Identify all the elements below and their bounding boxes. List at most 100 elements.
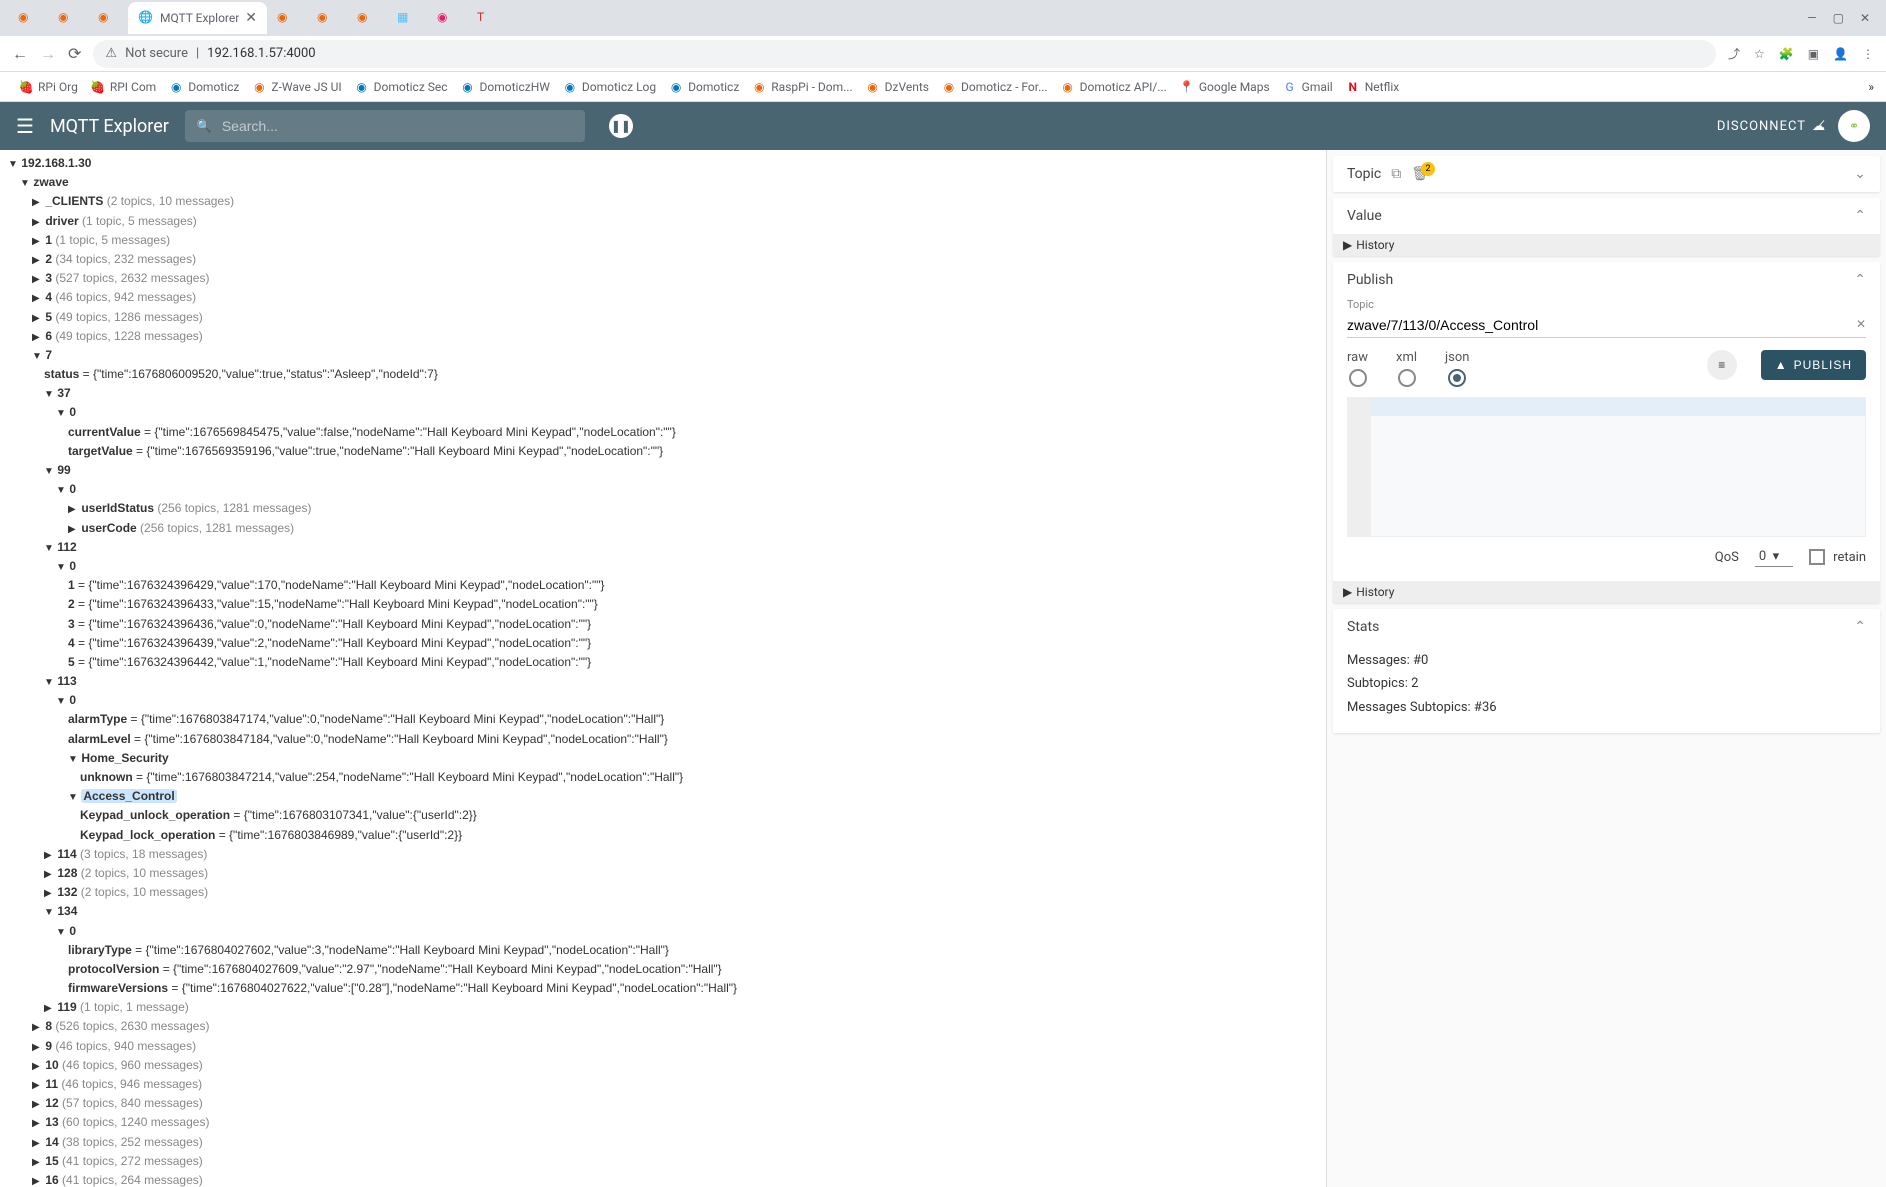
delete-icon-wrap[interactable]: 🗑 2 [1411, 166, 1429, 182]
tree-row[interactable]: libraryType = {"time":1676804027602,"val… [8, 941, 1318, 960]
bookmark-item[interactable]: ◉Domoticz Log [556, 77, 662, 97]
bookmark-item[interactable]: 🍓RPI Com [84, 77, 162, 97]
payload-editor[interactable] [1347, 397, 1866, 537]
tree-row[interactable]: 1 = {"time":1676324396429,"value":170,"n… [8, 576, 1318, 595]
tree-toggle-icon[interactable]: ▶ [32, 1059, 42, 1075]
tree-toggle-icon[interactable]: ▼ [8, 157, 18, 173]
tree-row[interactable]: ▶ 14 (38 topics, 252 messages) [8, 1133, 1318, 1152]
bookmark-item[interactable]: 🍓RPi Org [12, 77, 84, 97]
format-xml[interactable]: xml [1396, 350, 1417, 387]
tree-row[interactable]: protocolVersion = {"time":1676804027609,… [8, 960, 1318, 979]
tree-toggle-icon[interactable]: ▶ [32, 291, 42, 307]
tree-row[interactable]: ▼ Home_Security [8, 749, 1318, 768]
tree-row[interactable]: ▶ 3 (527 topics, 2632 messages) [8, 269, 1318, 288]
tree-toggle-icon[interactable]: ▼ [20, 176, 30, 192]
tree-toggle-icon[interactable]: ▼ [56, 483, 66, 499]
bookmark-item[interactable]: GGmail [1276, 77, 1339, 97]
browser-tab[interactable]: ◉ [88, 2, 128, 34]
address-bar[interactable]: ⚠ Not secure | 192.168.1.57:4000 [93, 40, 1716, 68]
tree-toggle-icon[interactable]: ▶ [32, 311, 42, 327]
tree-row[interactable]: ▶ userCode (256 topics, 1281 messages) [8, 519, 1318, 538]
value-history-row[interactable]: ▶ History [1333, 234, 1880, 256]
tree-toggle-icon[interactable]: ▶ [32, 234, 42, 250]
tree-toggle-icon[interactable]: ▼ [44, 464, 54, 480]
browser-tab[interactable]: ◉ [48, 2, 88, 34]
tree-toggle-icon[interactable]: ▼ [44, 675, 54, 691]
radio-json[interactable] [1448, 369, 1466, 387]
tree-toggle-icon[interactable]: ▼ [56, 925, 66, 941]
tree-toggle-icon[interactable]: ▼ [44, 905, 54, 921]
share-icon[interactable]: ⤴ [1728, 45, 1740, 62]
tree-toggle-icon[interactable]: ▶ [68, 522, 78, 538]
bookmark-item[interactable]: NNetflix [1339, 77, 1406, 97]
tree-row[interactable]: currentValue = {"time":1676569845475,"va… [8, 423, 1318, 442]
tree-row[interactable]: ▼ 99 [8, 461, 1318, 480]
extensions-icon[interactable]: 🧩 [1779, 47, 1794, 61]
browser-tab[interactable]: ◉ [307, 2, 347, 34]
bookmark-star-icon[interactable]: ☆ [1754, 47, 1765, 61]
browser-tab[interactable]: ◉ [267, 2, 307, 34]
browser-back-button[interactable]: ← [12, 44, 28, 64]
bookmark-item[interactable]: ◉RaspPi - Dom... [745, 77, 858, 97]
tree-toggle-icon[interactable]: ▼ [56, 406, 66, 422]
tree-toggle-icon[interactable]: ▶ [32, 195, 42, 211]
format-json[interactable]: json [1445, 350, 1469, 387]
tree-toggle-icon[interactable]: ▶ [32, 330, 42, 346]
tree-row[interactable]: ▶ driver (1 topic, 5 messages) [8, 212, 1318, 231]
format-raw[interactable]: raw [1347, 350, 1368, 387]
tree-row[interactable]: ▶ 8 (526 topics, 2630 messages) [8, 1017, 1318, 1036]
bookmark-item[interactable]: ◉DomoticzHW [454, 77, 556, 97]
disconnect-button[interactable]: DISCONNECT ☁̸ [1717, 119, 1826, 134]
tree-row[interactable]: 5 = {"time":1676324396442,"value":1,"nod… [8, 653, 1318, 672]
bookmark-item[interactable]: ◉Domoticz - For... [935, 77, 1054, 97]
tree-toggle-icon[interactable]: ▶ [32, 215, 42, 231]
tree-row[interactable]: ▶ 1 (1 topic, 5 messages) [8, 231, 1318, 250]
tree-toggle-icon[interactable]: ▶ [44, 867, 54, 883]
format-beautify-button[interactable]: ≡ [1707, 350, 1737, 380]
tree-row[interactable]: ▼ 192.168.1.30 [8, 154, 1318, 173]
tree-row[interactable]: ▶ 114 (3 topics, 18 messages) [8, 845, 1318, 864]
tree-toggle-icon[interactable]: ▼ [68, 790, 78, 806]
tree-toggle-icon[interactable]: ▶ [44, 886, 54, 902]
pause-button[interactable]: ❚❚ [609, 114, 633, 138]
tree-row[interactable]: ▶ 132 (2 topics, 10 messages) [8, 883, 1318, 902]
tree-toggle-icon[interactable]: ▼ [56, 560, 66, 576]
publish-button[interactable]: ▲ PUBLISH [1761, 350, 1866, 380]
tree-toggle-icon[interactable]: ▶ [32, 1078, 42, 1094]
tree-toggle-icon[interactable]: ▶ [32, 1174, 42, 1187]
bookmark-item[interactable]: ◉Domoticz [162, 77, 245, 97]
tree-row[interactable]: Keypad_unlock_operation = {"time":167680… [8, 806, 1318, 825]
tree-toggle-icon[interactable]: ▶ [32, 272, 42, 288]
menu-icon[interactable]: ☰ [16, 114, 34, 138]
value-section-header[interactable]: Value ⌃ [1333, 198, 1880, 234]
tree-toggle-icon[interactable]: ▼ [68, 752, 78, 768]
tree-row[interactable]: alarmType = {"time":1676803847174,"value… [8, 710, 1318, 729]
window-maximize-icon[interactable]: ▢ [1833, 11, 1844, 25]
bookmarks-overflow-icon[interactable]: » [1868, 80, 1874, 94]
tree-row[interactable]: ▶ 2 (34 topics, 232 messages) [8, 250, 1318, 269]
search-box[interactable]: 🔍 [185, 110, 585, 142]
browser-tab[interactable]: ◉ [427, 2, 467, 34]
tree-toggle-icon[interactable]: ▶ [44, 1001, 54, 1017]
tree-row[interactable]: ▶ _CLIENTS (2 topics, 10 messages) [8, 192, 1318, 211]
tree-toggle-icon[interactable]: ▶ [32, 1155, 42, 1171]
tree-row[interactable]: ▼ zwave [8, 173, 1318, 192]
tree-toggle-icon[interactable]: ▶ [32, 1136, 42, 1152]
window-minimize-icon[interactable]: — [1807, 11, 1816, 25]
tree-row[interactable]: ▼ 113 [8, 672, 1318, 691]
tree-row[interactable]: ▼ 7 [8, 346, 1318, 365]
bookmark-item[interactable]: ◉Domoticz API/... [1054, 77, 1173, 97]
browser-tab[interactable]: ◉ [8, 2, 48, 34]
tree-row[interactable]: ▶ 128 (2 topics, 10 messages) [8, 864, 1318, 883]
tree-row[interactable]: alarmLevel = {"time":1676803847184,"valu… [8, 730, 1318, 749]
browser-forward-button[interactable]: → [40, 44, 56, 64]
tree-row[interactable]: ▶ 4 (46 topics, 942 messages) [8, 288, 1318, 307]
tree-row[interactable]: ▶ 6 (49 topics, 1228 messages) [8, 327, 1318, 346]
tree-toggle-icon[interactable]: ▼ [44, 387, 54, 403]
browser-menu-icon[interactable]: ⋮ [1862, 47, 1874, 61]
topic-section-header[interactable]: Topic ⧉ 🗑 2 ⌄ [1333, 156, 1880, 192]
tree-row[interactable]: ▼ 0 [8, 557, 1318, 576]
window-close-icon[interactable]: ✕ [1860, 11, 1870, 25]
tree-row[interactable]: status = {"time":1676806009520,"value":t… [8, 365, 1318, 384]
tree-row[interactable]: ▶ 119 (1 topic, 1 message) [8, 998, 1318, 1017]
